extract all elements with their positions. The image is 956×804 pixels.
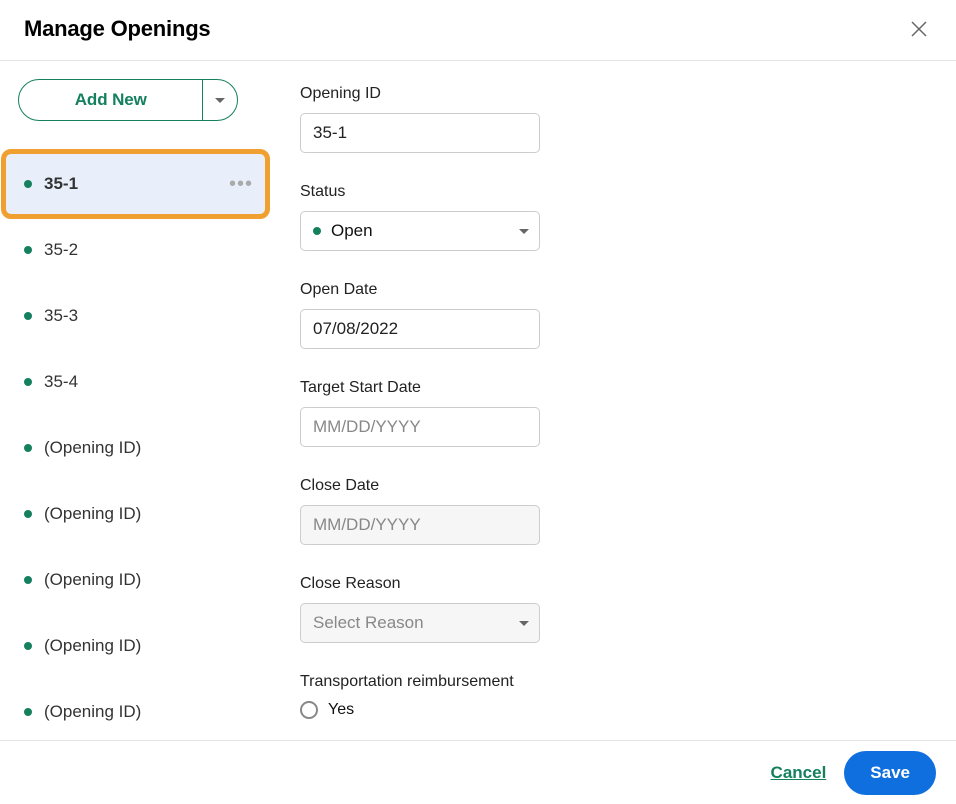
opening-item[interactable]: (Opening ID): [0, 613, 271, 679]
close-date-input: [300, 505, 540, 545]
cancel-button[interactable]: Cancel: [771, 763, 827, 783]
opening-item-label: (Opening ID): [44, 438, 253, 458]
add-new-group: Add New: [18, 79, 238, 121]
opening-item-label: 35-4: [44, 372, 253, 392]
status-dot-icon: [24, 510, 32, 518]
status-dot-icon: [24, 642, 32, 650]
dialog-footer: Cancel Save: [0, 740, 956, 804]
status-label: Status: [300, 183, 928, 201]
save-button[interactable]: Save: [844, 751, 936, 795]
add-new-dropdown-toggle[interactable]: [202, 79, 238, 121]
more-actions-icon[interactable]: •••: [229, 173, 253, 196]
opening-item-label: (Opening ID): [44, 702, 253, 722]
close-date-label: Close Date: [300, 477, 928, 495]
close-icon: [910, 20, 928, 38]
opening-item-label: 35-2: [44, 240, 253, 260]
opening-id-input[interactable]: [300, 113, 540, 153]
opening-item[interactable]: (Opening ID): [0, 481, 271, 547]
add-new-button[interactable]: Add New: [18, 79, 204, 121]
transport-label: Transportation reimbursement: [300, 673, 928, 691]
opening-item-label: (Opening ID): [44, 636, 253, 656]
status-dot-icon: [24, 378, 32, 386]
opening-item[interactable]: 35-2: [0, 217, 271, 283]
field-target-start-date: Target Start Date: [300, 379, 928, 447]
target-start-date-input[interactable]: [300, 407, 540, 447]
openings-list: 35-1 ••• 35-2 35-3 35-4 (Opening ID): [0, 151, 271, 739]
chevron-down-icon: [519, 621, 529, 626]
transport-yes-radio[interactable]: [300, 701, 318, 719]
opening-item[interactable]: 35-4: [0, 349, 271, 415]
open-date-label: Open Date: [300, 281, 928, 299]
status-dot-icon: [24, 246, 32, 254]
status-dot-icon: [24, 312, 32, 320]
field-transport-reimbursement: Transportation reimbursement Yes: [300, 673, 928, 719]
close-reason-placeholder: Select Reason: [313, 613, 424, 633]
field-close-date: Close Date: [300, 477, 928, 545]
opening-item-label: 35-3: [44, 306, 253, 326]
close-reason-label: Close Reason: [300, 575, 928, 593]
opening-item[interactable]: (Opening ID): [0, 679, 271, 739]
close-reason-select: Select Reason: [300, 603, 540, 643]
opening-item-label: 35-1: [44, 174, 229, 194]
status-dot-icon: [313, 227, 321, 235]
opening-item[interactable]: (Opening ID): [0, 415, 271, 481]
field-status: Status Open: [300, 183, 928, 251]
openings-sidebar: Add New 35-1 ••• 35-2 35-3 35-4: [0, 61, 272, 739]
status-dot-icon: [24, 444, 32, 452]
field-close-reason: Close Reason Select Reason: [300, 575, 928, 643]
status-value: Open: [331, 221, 373, 241]
field-opening-id: Opening ID: [300, 85, 928, 153]
radio-row: Yes: [300, 701, 928, 719]
status-dot-icon: [24, 708, 32, 716]
opening-form: Opening ID Status Open Open Date Target …: [272, 61, 956, 739]
dialog-header: Manage Openings: [0, 0, 956, 61]
opening-item-label: (Opening ID): [44, 570, 253, 590]
status-dot-icon: [24, 180, 32, 188]
field-open-date: Open Date: [300, 281, 928, 349]
chevron-down-icon: [215, 98, 225, 103]
target-start-date-label: Target Start Date: [300, 379, 928, 397]
opening-id-label: Opening ID: [300, 85, 928, 103]
opening-item-label: (Opening ID): [44, 504, 253, 524]
open-date-input[interactable]: [300, 309, 540, 349]
opening-item[interactable]: 35-1 •••: [3, 151, 268, 217]
status-select[interactable]: Open: [300, 211, 540, 251]
status-dot-icon: [24, 576, 32, 584]
dialog-title: Manage Openings: [24, 16, 210, 42]
opening-item[interactable]: 35-3: [0, 283, 271, 349]
chevron-down-icon: [519, 229, 529, 234]
opening-item[interactable]: (Opening ID): [0, 547, 271, 613]
close-button[interactable]: [906, 16, 932, 42]
dialog-body: Add New 35-1 ••• 35-2 35-3 35-4: [0, 61, 956, 739]
transport-yes-label: Yes: [328, 701, 354, 719]
